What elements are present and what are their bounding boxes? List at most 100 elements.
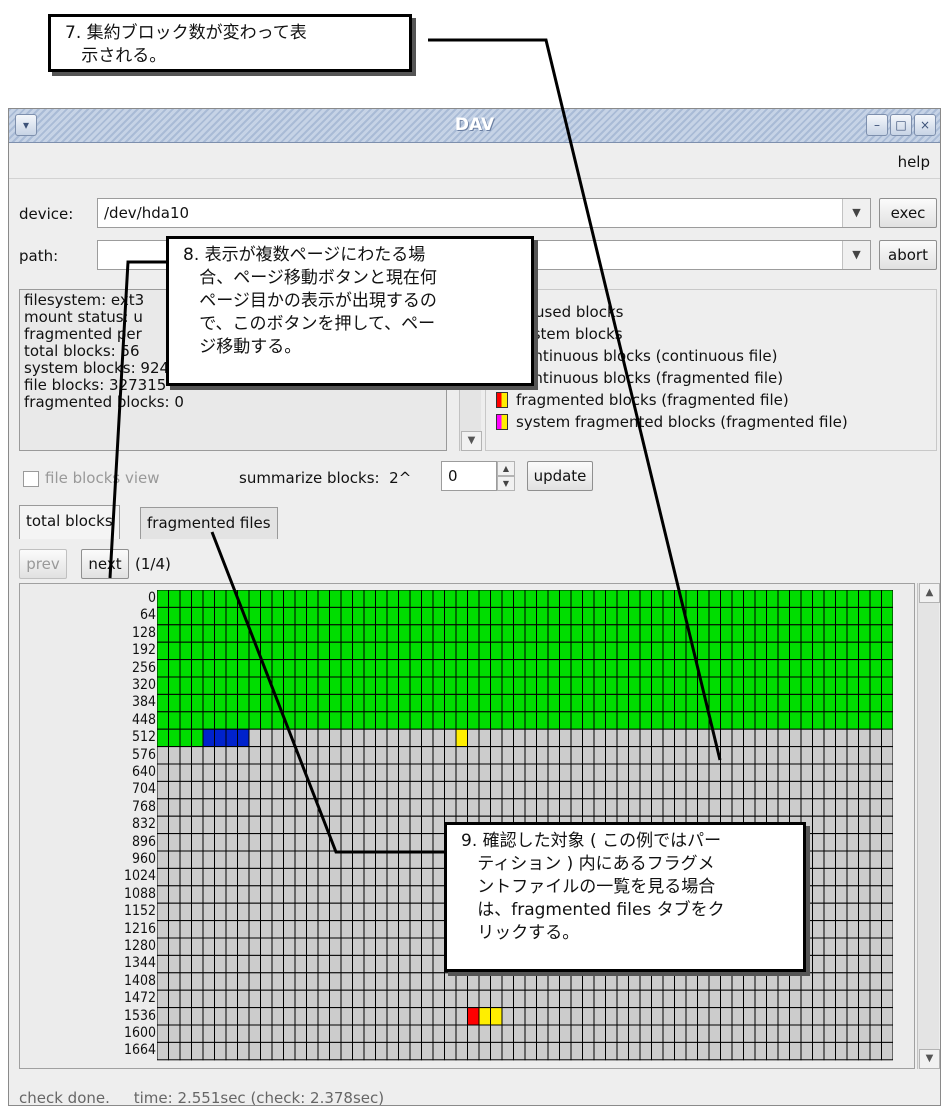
- block-cell[interactable]: [708, 659, 721, 678]
- block-cell[interactable]: [294, 920, 307, 939]
- block-cell[interactable]: [375, 1007, 388, 1026]
- block-cell[interactable]: [260, 624, 273, 643]
- block-cell[interactable]: [340, 972, 353, 991]
- block-cell[interactable]: [881, 902, 894, 922]
- block-cell[interactable]: [490, 780, 503, 800]
- block-cell[interactable]: [225, 833, 238, 852]
- block-cell[interactable]: [202, 902, 215, 922]
- block-cell[interactable]: [271, 606, 284, 626]
- block-cell[interactable]: [386, 1007, 399, 1026]
- block-cell[interactable]: [559, 728, 572, 748]
- block-cell[interactable]: [869, 659, 882, 678]
- block-cell[interactable]: [501, 746, 514, 765]
- block-cell[interactable]: [409, 1041, 422, 1061]
- block-cell[interactable]: [708, 746, 721, 765]
- block-cell[interactable]: [168, 624, 181, 643]
- block-cell[interactable]: [490, 1024, 503, 1043]
- block-cell[interactable]: [421, 867, 434, 887]
- block-cell[interactable]: [432, 1041, 445, 1061]
- block-cell[interactable]: [685, 641, 698, 661]
- block-cell[interactable]: [639, 641, 652, 661]
- block-cell[interactable]: [777, 972, 790, 991]
- block-cell[interactable]: [306, 989, 319, 1009]
- block-cell[interactable]: [628, 972, 641, 991]
- block-cell[interactable]: [846, 1024, 859, 1043]
- block-cell[interactable]: [835, 850, 848, 869]
- block-cell[interactable]: [570, 972, 583, 991]
- block-cell[interactable]: [375, 763, 388, 782]
- block-cell[interactable]: [869, 867, 882, 887]
- block-cell[interactable]: [639, 989, 652, 1009]
- block-cell[interactable]: [858, 606, 871, 626]
- block-cell[interactable]: [559, 746, 572, 765]
- block-cell[interactable]: [478, 711, 491, 730]
- block-cell[interactable]: [731, 1041, 744, 1061]
- block-cell[interactable]: [432, 711, 445, 730]
- block-cell[interactable]: [616, 989, 629, 1009]
- block-cell[interactable]: [835, 920, 848, 939]
- block-cell[interactable]: [547, 606, 560, 626]
- block-cell[interactable]: [375, 989, 388, 1009]
- block-cell[interactable]: [225, 590, 238, 608]
- block-cell[interactable]: [685, 1007, 698, 1026]
- block-cell[interactable]: [662, 728, 675, 748]
- block-cell[interactable]: [329, 1024, 342, 1043]
- block-cell[interactable]: [823, 815, 836, 835]
- block-cell[interactable]: [455, 606, 468, 626]
- block-cell[interactable]: [352, 763, 365, 782]
- block-cell[interactable]: [720, 989, 733, 1009]
- block-cell[interactable]: [191, 624, 204, 643]
- block-cell[interactable]: [421, 833, 434, 852]
- block-cell[interactable]: [881, 624, 894, 643]
- block-cell[interactable]: [260, 954, 273, 974]
- block-cell[interactable]: [501, 1024, 514, 1043]
- block-cell[interactable]: [352, 711, 365, 730]
- block-cell[interactable]: [731, 711, 744, 730]
- block-cell[interactable]: [789, 728, 802, 748]
- block-cell[interactable]: [375, 850, 388, 869]
- block-cell[interactable]: [639, 780, 652, 800]
- block-cell[interactable]: [157, 1024, 169, 1043]
- block-cell[interactable]: [628, 624, 641, 643]
- block-cell[interactable]: [191, 746, 204, 765]
- block-cell[interactable]: [674, 711, 687, 730]
- block-cell[interactable]: [168, 711, 181, 730]
- block-cell[interactable]: [237, 885, 250, 904]
- block-cell[interactable]: [777, 989, 790, 1009]
- block-cell[interactable]: [547, 763, 560, 782]
- block-cell[interactable]: [570, 1024, 583, 1043]
- block-cell[interactable]: [444, 711, 457, 730]
- block-cell[interactable]: [846, 885, 859, 904]
- block-cell[interactable]: [697, 728, 710, 748]
- block-cell[interactable]: [766, 676, 779, 695]
- block-cell[interactable]: [432, 798, 445, 817]
- block-cell[interactable]: [386, 641, 399, 661]
- block-cell[interactable]: [225, 850, 238, 869]
- block-cell[interactable]: [800, 641, 813, 661]
- block-cell[interactable]: [179, 867, 192, 887]
- block-cell[interactable]: [432, 850, 445, 869]
- block-cell[interactable]: [605, 1007, 618, 1026]
- block-cell[interactable]: [363, 641, 376, 661]
- block-cell[interactable]: [789, 763, 802, 782]
- block-cell[interactable]: [271, 902, 284, 922]
- block-cell[interactable]: [524, 728, 537, 748]
- block-cell[interactable]: [168, 833, 181, 852]
- block-cell[interactable]: [352, 659, 365, 678]
- block-cell[interactable]: [340, 624, 353, 643]
- block-cell[interactable]: [409, 711, 422, 730]
- block-cell[interactable]: [202, 937, 215, 956]
- block-cell[interactable]: [881, 954, 894, 974]
- block-cell[interactable]: [294, 676, 307, 695]
- block-cell[interactable]: [685, 763, 698, 782]
- block-cell[interactable]: [593, 798, 606, 817]
- block-cell[interactable]: [467, 763, 480, 782]
- block-cell[interactable]: [513, 746, 526, 765]
- block-cell[interactable]: [352, 833, 365, 852]
- block-cell[interactable]: [214, 1007, 227, 1026]
- block-cell[interactable]: [869, 1024, 882, 1043]
- block-cell[interactable]: [881, 920, 894, 939]
- block-cell[interactable]: [743, 1007, 756, 1026]
- block-cell[interactable]: [708, 606, 721, 626]
- block-cell[interactable]: [340, 1041, 353, 1061]
